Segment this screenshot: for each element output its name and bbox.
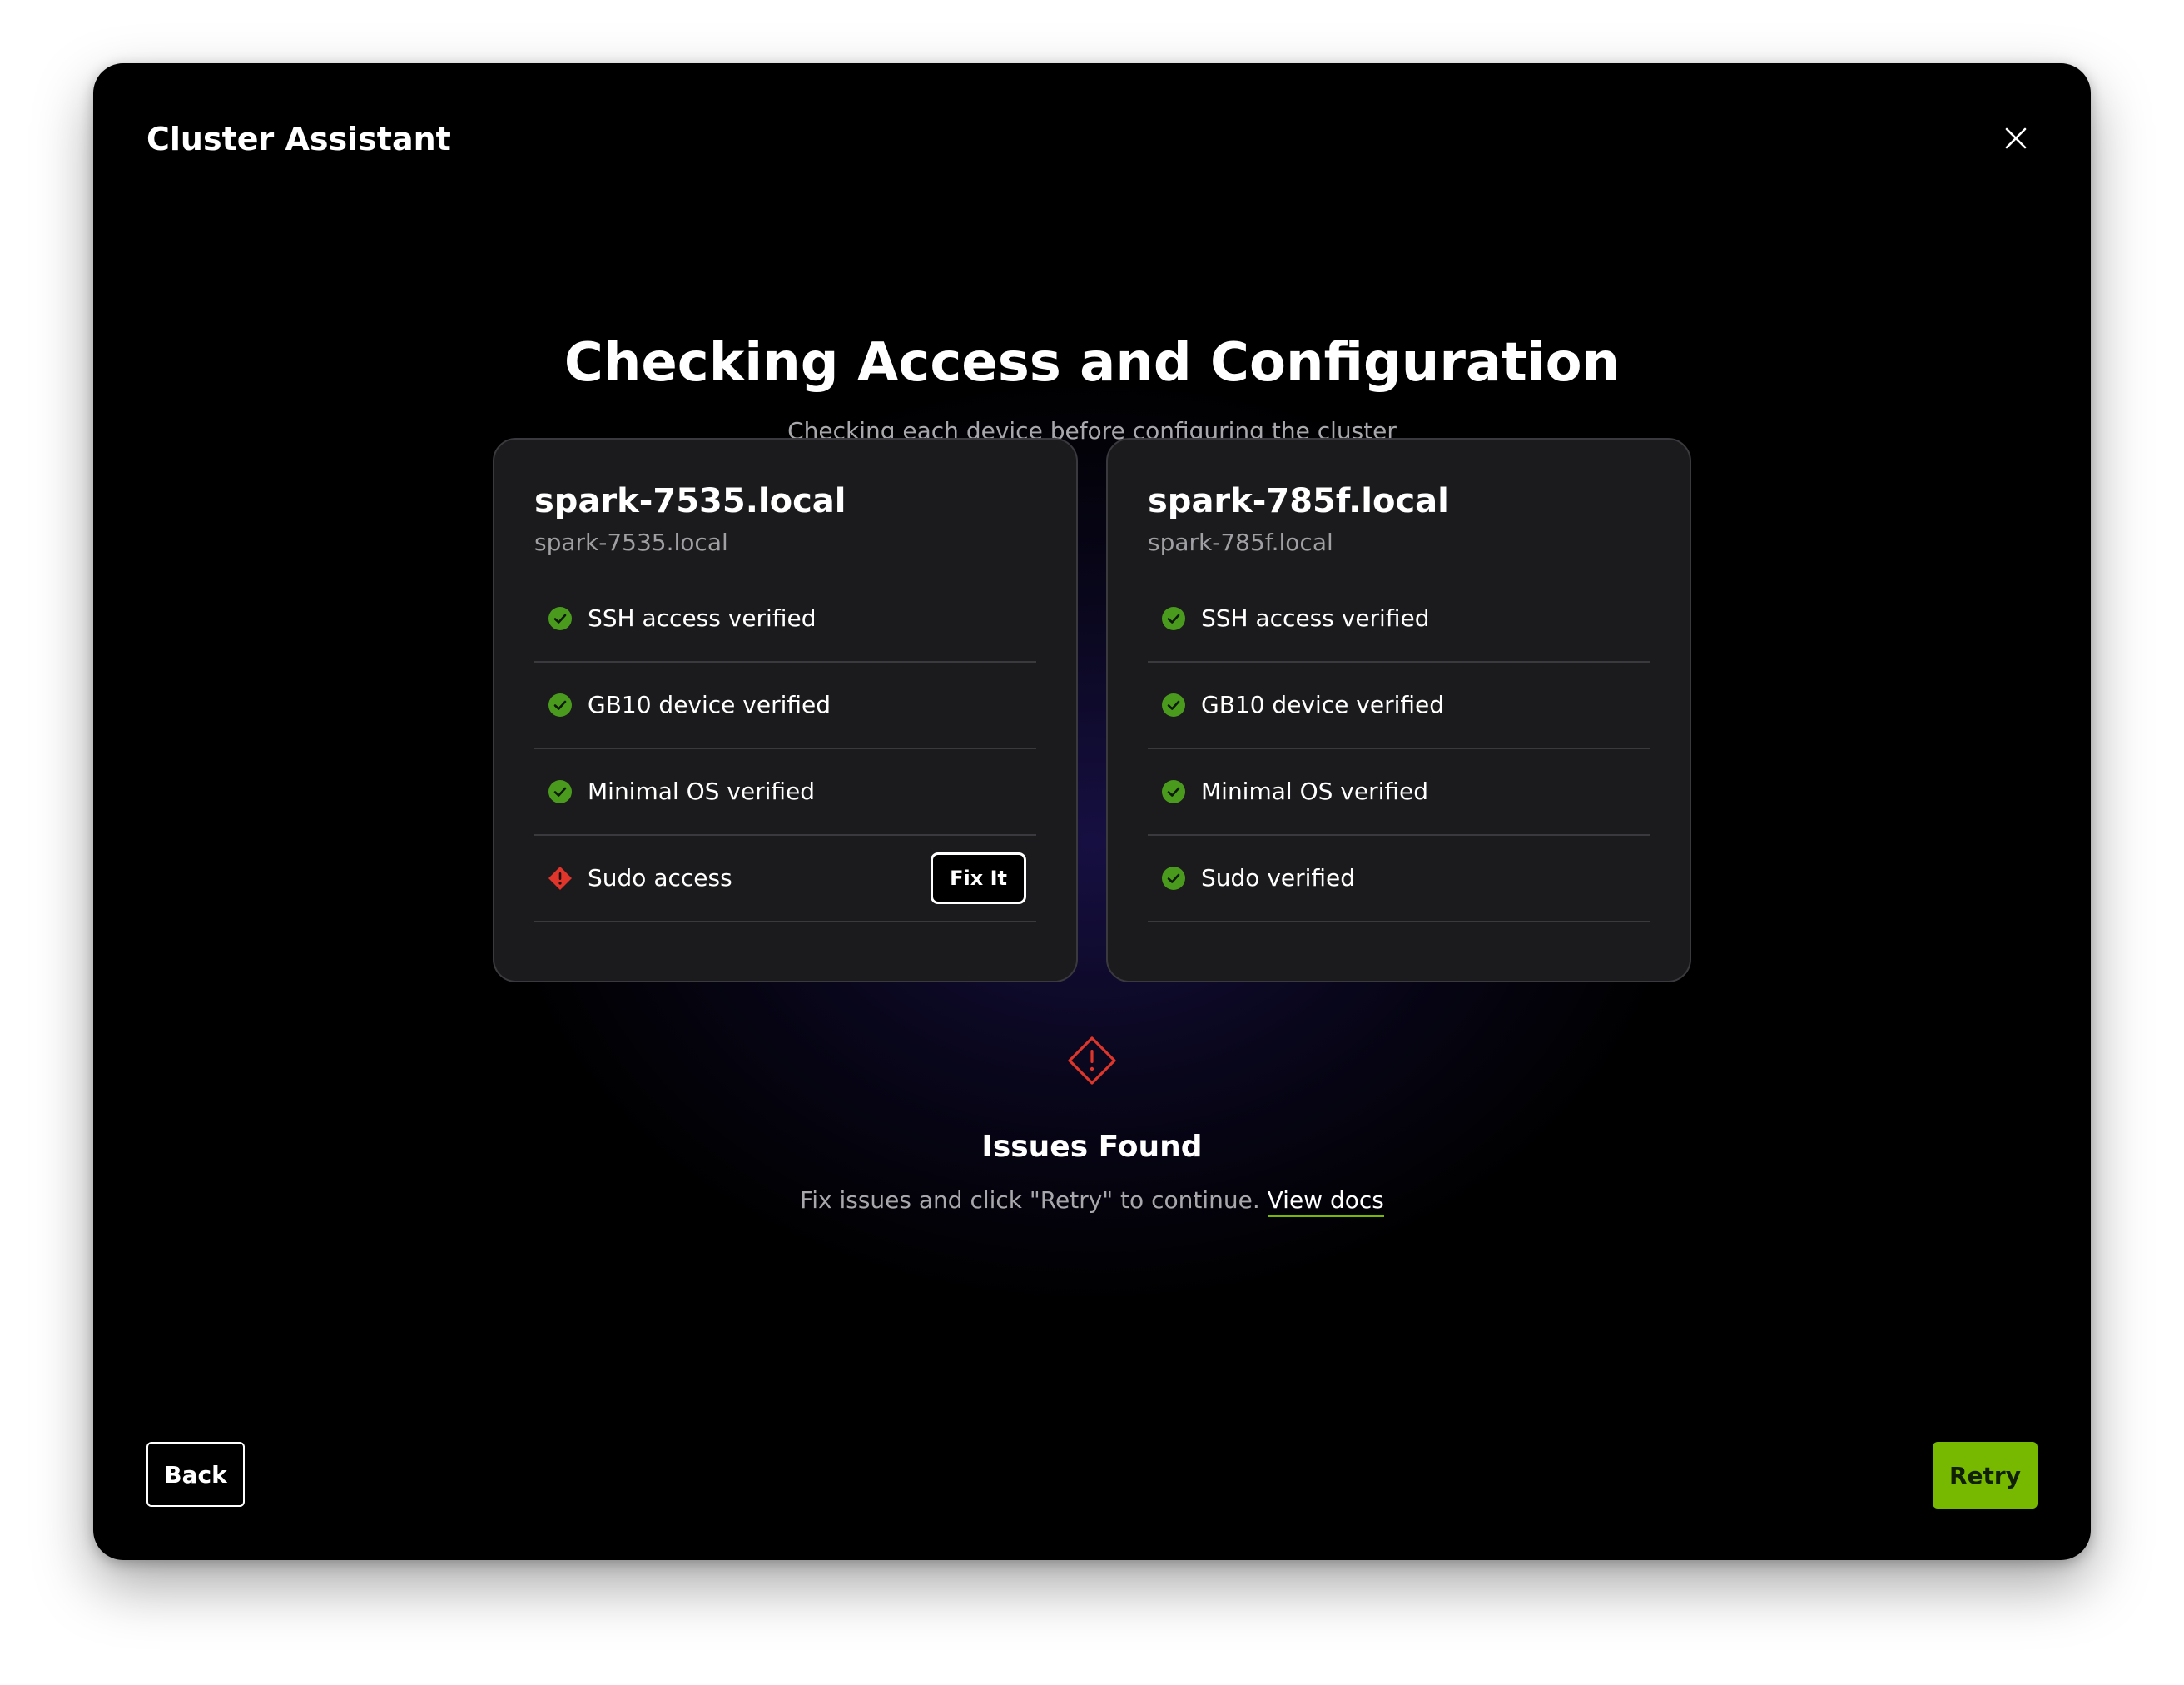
- check-label: Minimal OS verified: [1201, 778, 1429, 805]
- check-label: Sudo verified: [1201, 864, 1356, 892]
- warning-diamond-icon: [1068, 1036, 1116, 1085]
- error-diamond-icon: [548, 866, 573, 891]
- device-host: spark-7535.local: [534, 529, 728, 556]
- check-row: Minimal OS verified: [1148, 749, 1650, 836]
- device-cards: spark-7535.local spark-7535.local SSH ac…: [493, 438, 1691, 984]
- check-row: SSH access verified: [534, 576, 1036, 663]
- check-circle-icon: [548, 606, 573, 631]
- device-name: spark-785f.local: [1148, 482, 1449, 520]
- check-label: GB10 device verified: [1201, 691, 1445, 718]
- back-button[interactable]: Back: [146, 1442, 245, 1507]
- check-list: SSH access verified GB10 device verified…: [1148, 576, 1650, 922]
- retry-button[interactable]: Retry: [1933, 1442, 2038, 1509]
- check-row: Minimal OS verified: [534, 749, 1036, 836]
- view-docs-link[interactable]: View docs: [1267, 1186, 1384, 1217]
- check-label: GB10 device verified: [588, 691, 831, 718]
- check-row: GB10 device verified: [1148, 663, 1650, 749]
- issues-message: Fix issues and click "Retry" to continue…: [800, 1186, 1260, 1214]
- app-title: Cluster Assistant: [146, 121, 451, 157]
- check-list: SSH access verified GB10 device verified…: [534, 576, 1036, 922]
- check-label: Sudo access: [588, 864, 732, 892]
- issues-message-line: Fix issues and click "Retry" to continue…: [93, 1184, 2091, 1217]
- device-card: spark-785f.local spark-785f.local SSH ac…: [1106, 438, 1691, 982]
- check-label: SSH access verified: [588, 604, 817, 632]
- fix-it-button[interactable]: Fix It: [931, 852, 1026, 904]
- check-circle-icon: [1161, 866, 1186, 891]
- check-circle-icon: [1161, 693, 1186, 718]
- device-name: spark-7535.local: [534, 482, 846, 520]
- check-circle-icon: [1161, 606, 1186, 631]
- issues-title: Issues Found: [981, 1130, 1203, 1164]
- check-row: Sudo access Fix It: [534, 836, 1036, 922]
- check-label: SSH access verified: [1201, 604, 1430, 632]
- check-label: Minimal OS verified: [588, 778, 816, 805]
- check-row: Sudo verified: [1148, 836, 1650, 922]
- page-title: Checking Access and Configuration: [563, 332, 1621, 394]
- cluster-assistant-window: Cluster Assistant Checking Access and Co…: [93, 63, 2091, 1560]
- device-host: spark-785f.local: [1148, 529, 1333, 556]
- check-circle-icon: [548, 779, 573, 804]
- close-icon: [2005, 127, 2027, 149]
- check-circle-icon: [548, 693, 573, 718]
- check-row: GB10 device verified: [534, 663, 1036, 749]
- device-card: spark-7535.local spark-7535.local SSH ac…: [493, 438, 1078, 982]
- check-circle-icon: [1161, 779, 1186, 804]
- close-button[interactable]: [1994, 117, 2038, 160]
- check-row: SSH access verified: [1148, 576, 1650, 663]
